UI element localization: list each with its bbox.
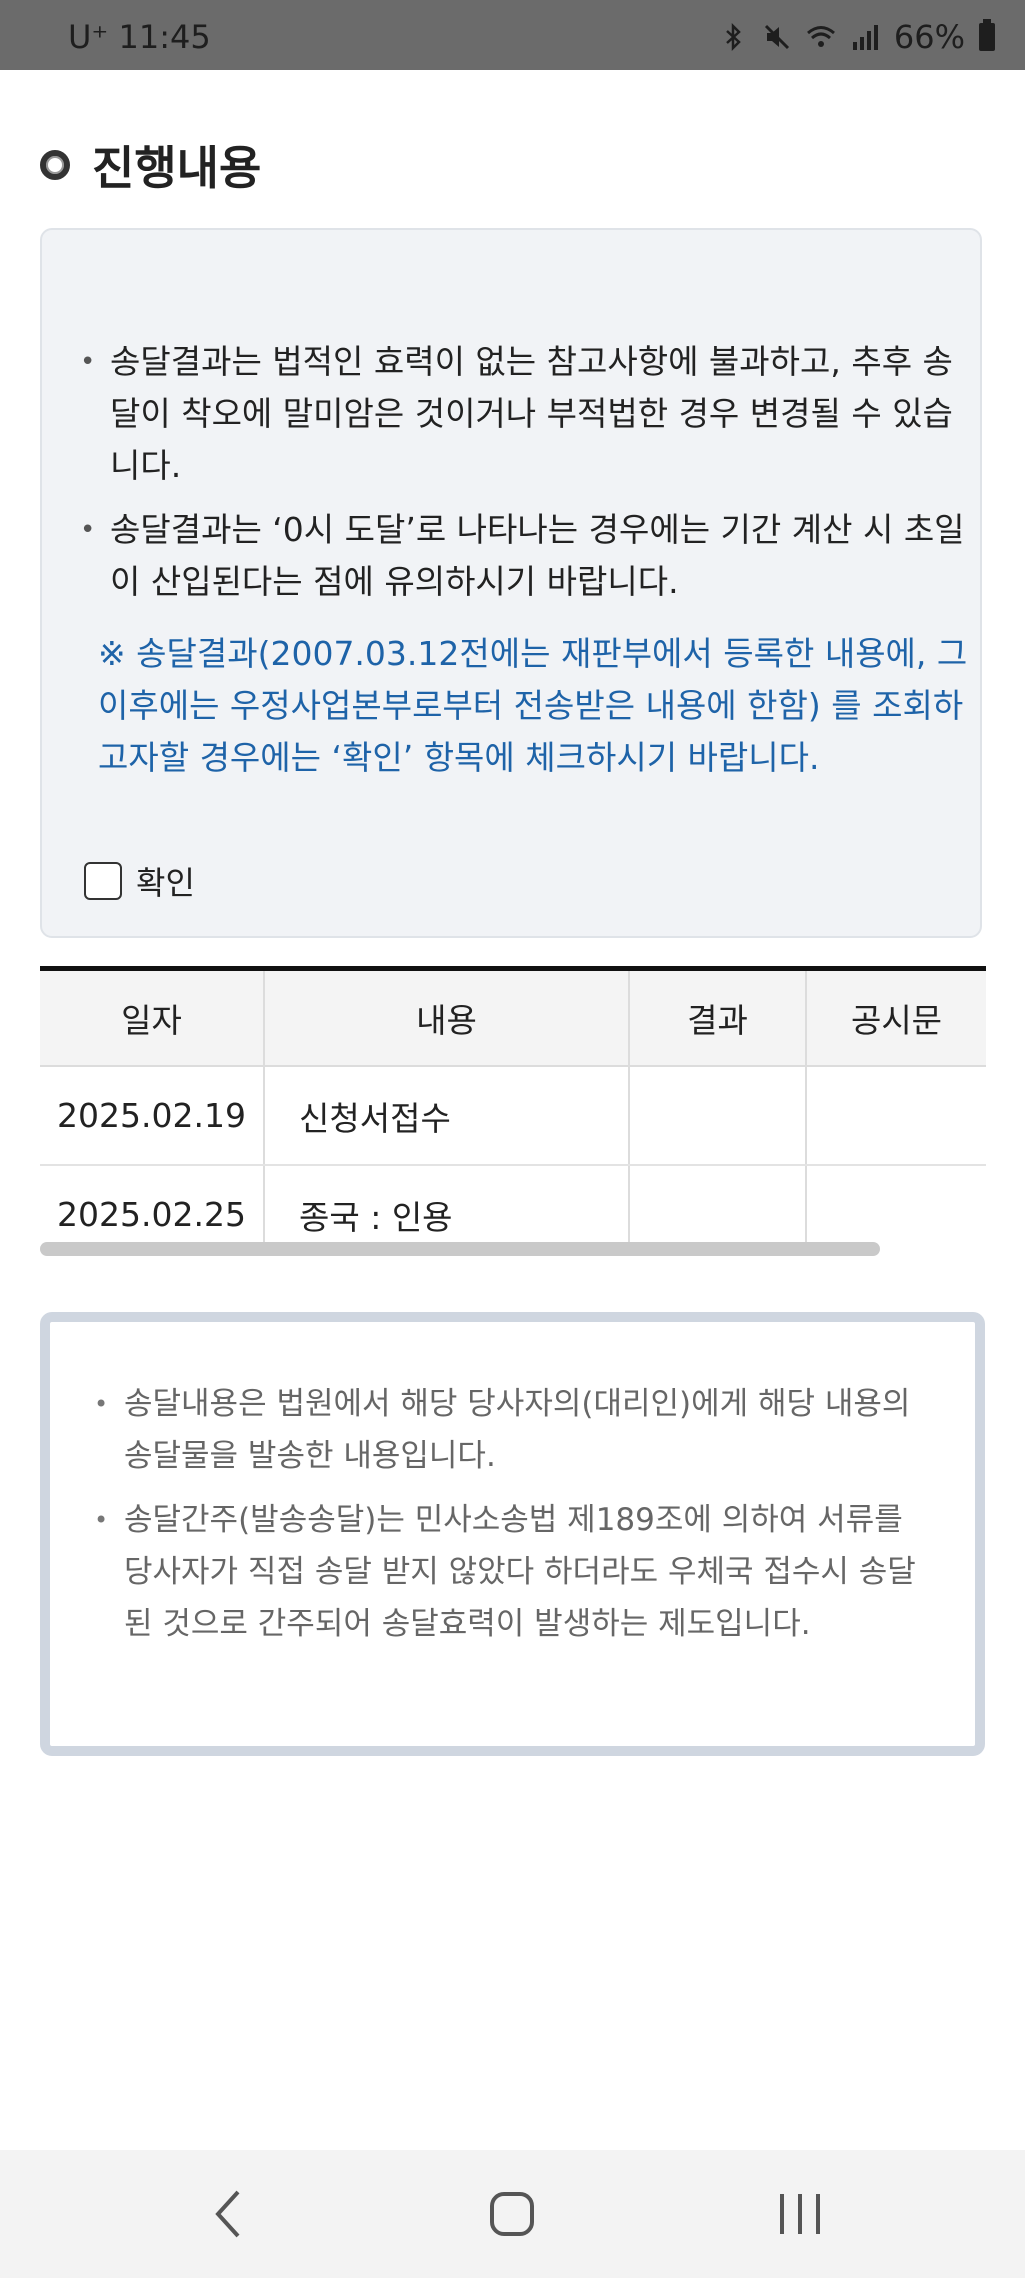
circle-bullet-icon [40,150,70,180]
cell-result [629,1066,807,1166]
table-header-row: 일자 내용 결과 공시문 [40,968,986,1067]
progress-table: 일자 내용 결과 공시문 2025.02.19 신청서접수 2025.02.25… [40,966,986,1250]
cell-content: 신청서접수 [264,1066,630,1166]
recent-apps-icon[interactable] [760,2182,840,2246]
info-item: 송달내용은 법원에서 해당 당사자의(대리인)에게 해당 내용의 송달물을 발송… [94,1378,934,1482]
carrier-time: U⁺ 11:45 [68,18,211,56]
back-icon[interactable] [190,2182,270,2246]
column-header-content: 내용 [264,968,630,1067]
signal-icon [852,25,878,50]
bluetooth-icon [726,22,741,52]
confirm-checkbox-row[interactable]: 확인 [84,858,195,904]
table-row: 2025.02.25 종국 : 인용 [40,1165,986,1250]
home-icon[interactable] [472,2182,552,2246]
cell-result [629,1165,807,1250]
horizontal-scrollbar[interactable] [40,1242,880,1256]
cell-content: 종국 : 인용 [264,1165,630,1250]
column-header-result: 결과 [629,968,807,1067]
info-item: 송달간주(발송송달)는 민사소송법 제189조에 의하여 서류를 당사자가 직접… [94,1494,934,1650]
system-nav-bar [0,2150,1025,2278]
page-title: 진행내용 [92,141,262,195]
notice-item: 송달결과는 ‘0시 도달’로 나타나는 경우에는 기간 계산 시 초일이 산입된… [80,504,970,608]
confirm-checkbox[interactable] [84,862,122,900]
cell-date: 2025.02.25 [40,1165,265,1250]
battery-icon [979,19,995,51]
column-header-notice: 공시문 [806,968,986,1067]
notice-box: 송달결과는 법적인 효력이 없는 참고사항에 불과하고, 추후 송달이 착오에 … [40,228,982,938]
info-list: 송달내용은 법원에서 해당 당사자의(대리인)에게 해당 내용의 송달물을 발송… [94,1378,934,1662]
cell-notice [806,1165,986,1250]
wifi-icon [806,26,835,47]
notice-item: 송달결과는 법적인 효력이 없는 참고사항에 불과하고, 추후 송달이 착오에 … [80,336,970,492]
battery-level: 66% [893,18,965,56]
cell-notice [806,1066,986,1166]
notice-blue-note: ※ 송달결과(2007.03.12전에는 재판부에서 등록한 내용에, 그 이후… [98,634,968,777]
mute-icon [764,24,789,50]
info-box: 송달내용은 법원에서 해당 당사자의(대리인)에게 해당 내용의 송달물을 발송… [40,1312,985,1756]
status-icons: 66% [718,18,995,56]
status-bar: U⁺ 11:45 66% [0,0,1025,70]
section-header: 진행내용 [40,132,261,198]
confirm-label[interactable]: 확인 [136,858,195,904]
column-header-date: 일자 [40,968,265,1067]
cell-date: 2025.02.19 [40,1066,265,1166]
notice-list: 송달결과는 법적인 효력이 없는 참고사항에 불과하고, 추후 송달이 착오에 … [80,336,970,620]
progress-table-container[interactable]: 일자 내용 결과 공시문 2025.02.19 신청서접수 2025.02.25… [40,966,986,1250]
table-row: 2025.02.19 신청서접수 [40,1066,986,1166]
